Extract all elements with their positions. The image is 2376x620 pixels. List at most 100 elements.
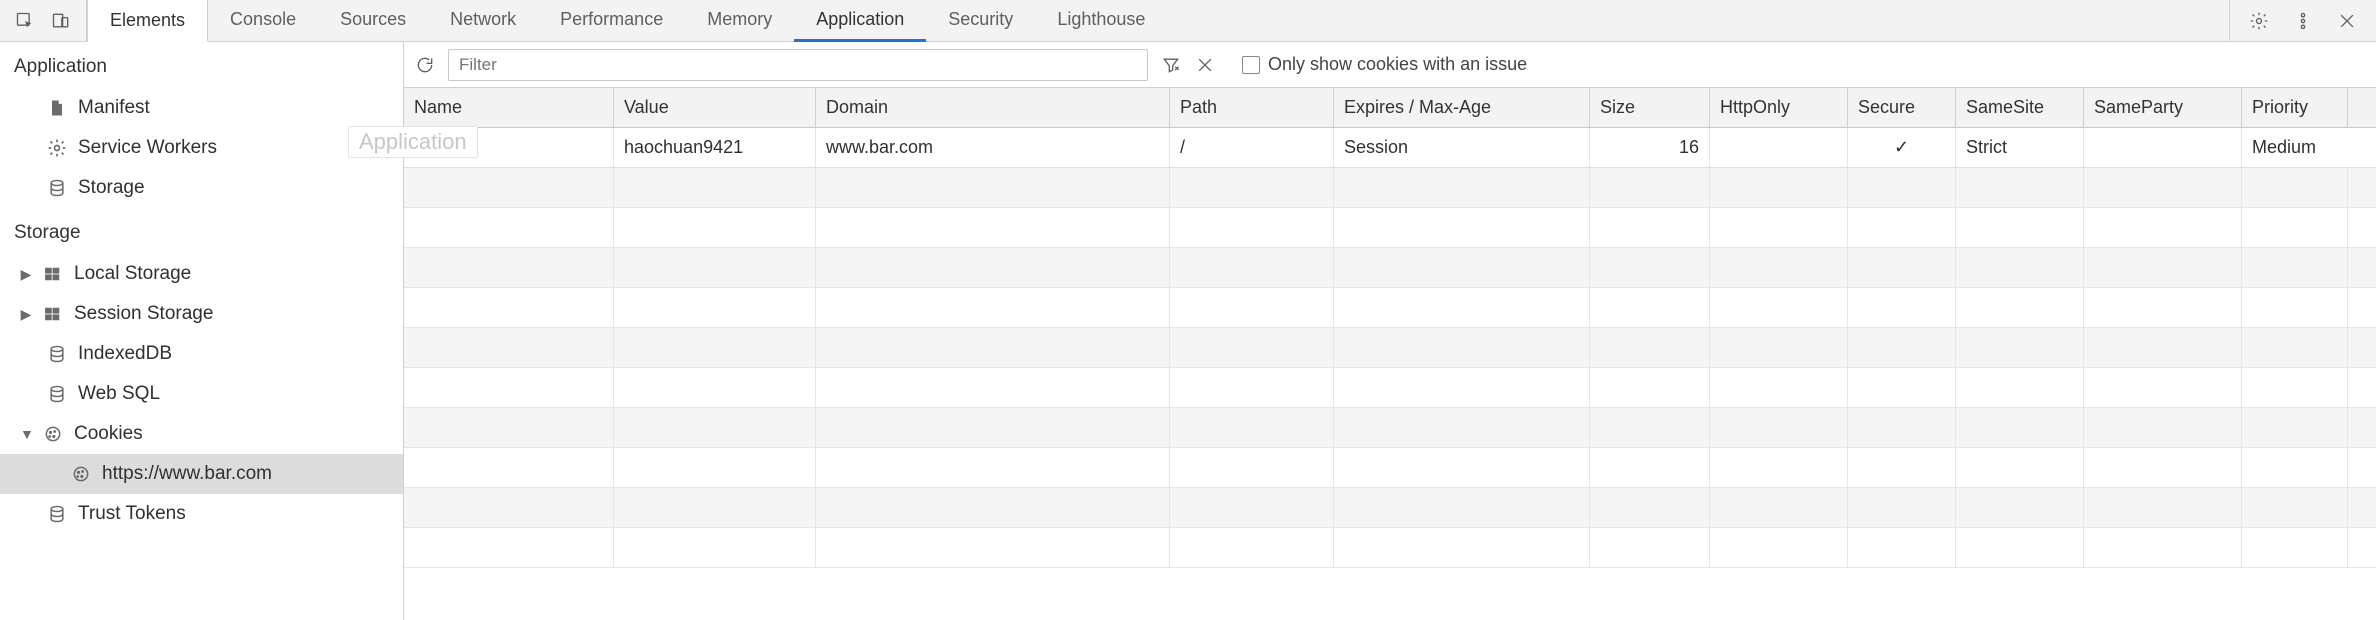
tab-label: Memory bbox=[707, 9, 772, 30]
tab-label: Application bbox=[816, 9, 904, 30]
cookie-icon bbox=[42, 423, 64, 445]
sidebar-item-label: Storage bbox=[78, 177, 145, 199]
clear-filter-icon[interactable] bbox=[1160, 54, 1182, 76]
td-priority: Medium bbox=[2242, 128, 2348, 167]
sidebar-item-service-workers[interactable]: Service Workers bbox=[0, 128, 403, 168]
tab-label: Network bbox=[450, 9, 516, 30]
table-header-row: Name Value Domain Path Expires / Max-Age… bbox=[404, 88, 2376, 128]
empty-row bbox=[404, 248, 2376, 288]
table-icon bbox=[42, 303, 64, 325]
close-icon[interactable] bbox=[2336, 10, 2358, 32]
th-size[interactable]: Size bbox=[1590, 88, 1710, 127]
tab-label: Sources bbox=[340, 9, 406, 30]
tab-label: Console bbox=[230, 9, 296, 30]
th-expires[interactable]: Expires / Max-Age bbox=[1334, 88, 1590, 127]
empty-row bbox=[404, 408, 2376, 448]
main-split: Application Application Manifest Service… bbox=[0, 42, 2376, 620]
section-header-storage: Storage bbox=[0, 208, 403, 254]
database-icon bbox=[46, 383, 68, 405]
tab-elements[interactable]: Elements bbox=[87, 0, 208, 42]
kebab-menu-icon[interactable] bbox=[2292, 10, 2314, 32]
th-secure[interactable]: Secure bbox=[1848, 88, 1956, 127]
issue-filter-checkbox[interactable]: Only show cookies with an issue bbox=[1242, 54, 1527, 75]
tab-label: Security bbox=[948, 9, 1013, 30]
th-samesite[interactable]: SameSite bbox=[1956, 88, 2084, 127]
cookies-table: Name Value Domain Path Expires / Max-Age… bbox=[404, 88, 2376, 620]
filter-input[interactable] bbox=[448, 49, 1148, 81]
empty-row bbox=[404, 208, 2376, 248]
sidebar-item-label: IndexedDB bbox=[78, 343, 172, 365]
td-sameparty bbox=[2084, 128, 2242, 167]
sidebar-item-label: Trust Tokens bbox=[78, 503, 186, 525]
th-path[interactable]: Path bbox=[1170, 88, 1334, 127]
tab-label: Lighthouse bbox=[1057, 9, 1145, 30]
database-icon bbox=[46, 177, 68, 199]
table-row[interactable]: name haochuan9421 www.bar.com / Session … bbox=[404, 128, 2376, 168]
tab-label: Elements bbox=[110, 10, 185, 31]
gear-icon bbox=[46, 137, 68, 159]
checkbox-icon bbox=[1242, 56, 1260, 74]
sidebar-item-indexeddb[interactable]: IndexedDB bbox=[0, 334, 403, 374]
th-domain[interactable]: Domain bbox=[816, 88, 1170, 127]
cookies-toolbar: Only show cookies with an issue bbox=[404, 42, 2376, 88]
application-sidebar: Application Application Manifest Service… bbox=[0, 42, 404, 620]
tab-application[interactable]: Application bbox=[794, 0, 926, 42]
database-icon bbox=[46, 343, 68, 365]
sidebar-item-manifest[interactable]: Manifest bbox=[0, 88, 403, 128]
sidebar-item-trust-tokens[interactable]: Trust Tokens bbox=[0, 494, 403, 534]
sidebar-item-label: Local Storage bbox=[74, 263, 191, 285]
devtools-topbar: Elements Console Sources Network Perform… bbox=[0, 0, 2376, 42]
sidebar-item-label: Session Storage bbox=[74, 303, 213, 325]
gear-icon[interactable] bbox=[2248, 10, 2270, 32]
panel-tabs: Elements Console Sources Network Perform… bbox=[87, 0, 1167, 41]
chevron-down-icon: ▼ bbox=[20, 426, 32, 442]
td-expires: Session bbox=[1334, 128, 1590, 167]
sidebar-item-local-storage[interactable]: ▶ Local Storage bbox=[0, 254, 403, 294]
td-secure: ✓ bbox=[1848, 128, 1956, 167]
cookie-icon bbox=[70, 463, 92, 485]
topbar-left-group bbox=[0, 0, 87, 41]
empty-row bbox=[404, 288, 2376, 328]
tab-network[interactable]: Network bbox=[428, 0, 538, 42]
close-icon[interactable] bbox=[1194, 54, 1216, 76]
table-body: name haochuan9421 www.bar.com / Session … bbox=[404, 128, 2376, 568]
sidebar-item-label: Service Workers bbox=[78, 137, 217, 159]
td-value: haochuan9421 bbox=[614, 128, 816, 167]
tab-security[interactable]: Security bbox=[926, 0, 1035, 42]
sidebar-item-websql[interactable]: Web SQL bbox=[0, 374, 403, 414]
th-priority[interactable]: Priority bbox=[2242, 88, 2348, 127]
refresh-icon[interactable] bbox=[414, 54, 436, 76]
empty-row bbox=[404, 328, 2376, 368]
th-name[interactable]: Name bbox=[404, 88, 614, 127]
th-sameparty[interactable]: SameParty bbox=[2084, 88, 2242, 127]
inspect-element-icon[interactable] bbox=[14, 10, 36, 32]
td-samesite: Strict bbox=[1956, 128, 2084, 167]
td-name: name bbox=[404, 128, 614, 167]
sidebar-item-label: Cookies bbox=[74, 423, 143, 445]
td-domain: www.bar.com bbox=[816, 128, 1170, 167]
tab-console[interactable]: Console bbox=[208, 0, 318, 42]
sidebar-item-label: Web SQL bbox=[78, 383, 160, 405]
table-icon bbox=[42, 263, 64, 285]
chevron-right-icon: ▶ bbox=[20, 306, 32, 323]
th-httponly[interactable]: HttpOnly bbox=[1710, 88, 1848, 127]
th-value[interactable]: Value bbox=[614, 88, 816, 127]
tab-sources[interactable]: Sources bbox=[318, 0, 428, 42]
sidebar-item-storage-app[interactable]: Storage bbox=[0, 168, 403, 208]
device-toggle-icon[interactable] bbox=[50, 10, 72, 32]
tab-memory[interactable]: Memory bbox=[685, 0, 794, 42]
document-icon bbox=[46, 97, 68, 119]
empty-row bbox=[404, 528, 2376, 568]
chevron-right-icon: ▶ bbox=[20, 266, 32, 283]
sidebar-item-session-storage[interactable]: ▶ Session Storage bbox=[0, 294, 403, 334]
empty-row bbox=[404, 368, 2376, 408]
empty-row bbox=[404, 448, 2376, 488]
sidebar-item-cookies[interactable]: ▼ Cookies bbox=[0, 414, 403, 454]
tab-lighthouse[interactable]: Lighthouse bbox=[1035, 0, 1167, 42]
sidebar-item-label: https://www.bar.com bbox=[102, 463, 272, 485]
sidebar-item-cookie-origin[interactable]: https://www.bar.com bbox=[0, 454, 403, 494]
td-httponly bbox=[1710, 128, 1848, 167]
tab-label: Performance bbox=[560, 9, 663, 30]
tab-performance[interactable]: Performance bbox=[538, 0, 685, 42]
section-header-application: Application bbox=[0, 42, 403, 88]
